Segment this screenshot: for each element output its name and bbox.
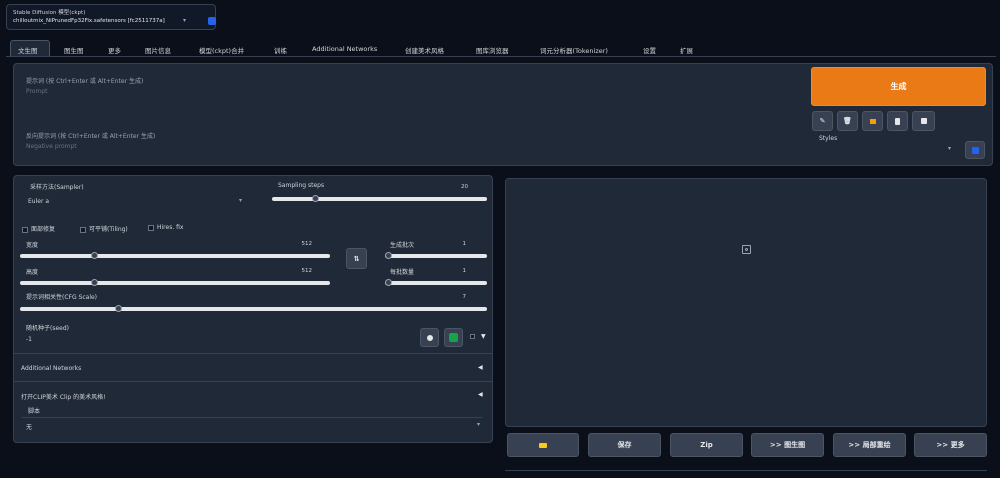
- image-placeholder-icon: [742, 245, 751, 254]
- model-select-panel: Stable Diffusion 模型(ckpt) chilloutmix_Ni…: [6, 4, 216, 30]
- height-label: 高度: [26, 269, 39, 276]
- batch-count-value[interactable]: 1: [448, 241, 467, 247]
- caret-left-icon[interactable]: ◀: [478, 391, 483, 398]
- tab-img2img[interactable]: 图生图: [64, 45, 84, 55]
- open-folder-button[interactable]: [507, 433, 579, 457]
- batch-count-slider[interactable]: [385, 252, 487, 259]
- clipboard-icon[interactable]: [887, 111, 908, 131]
- cfg-value[interactable]: 7: [448, 294, 467, 300]
- chevron-down-icon[interactable]: ▾: [183, 17, 186, 24]
- negative-prompt-placeholder: 反向提示词 (按 Ctrl+Enter 或 Alt+Enter 生成): [26, 133, 156, 140]
- pencil-icon[interactable]: ✎: [812, 111, 833, 131]
- batch-size-slider[interactable]: [385, 279, 487, 286]
- tab-aesthetic[interactable]: 创建美术风格: [405, 45, 444, 55]
- cfg-slider[interactable]: [20, 305, 487, 312]
- seed-input[interactable]: -1: [22, 333, 407, 345]
- additional-networks-accordion[interactable]: Additional Networks: [21, 365, 81, 372]
- tab-extensions[interactable]: 扩展: [680, 45, 693, 55]
- tab-extras[interactable]: 更多: [108, 45, 121, 55]
- prompt-sub: Prompt: [26, 88, 48, 95]
- divider: [505, 470, 987, 471]
- script-label: 脚本: [28, 408, 41, 415]
- negative-prompt-input[interactable]: 反向提示词 (按 Ctrl+Enter 或 Alt+Enter 生成) Nega…: [20, 125, 800, 160]
- refresh-model-button[interactable]: [208, 17, 216, 25]
- width-slider[interactable]: [20, 252, 330, 259]
- width-value[interactable]: 512: [290, 241, 313, 247]
- output-gallery: [505, 178, 987, 427]
- trash-icon[interactable]: 🗑: [837, 111, 858, 131]
- caret-left-icon[interactable]: ◀: [478, 364, 483, 371]
- model-dropdown[interactable]: chilloutmix_NiPrunedFp32Fix.safetensors …: [13, 18, 178, 24]
- tiling-checkbox[interactable]: 可平铺(Tiling): [80, 224, 128, 233]
- height-value[interactable]: 512: [290, 268, 313, 274]
- recycle-icon[interactable]: [444, 328, 463, 347]
- divider: [14, 353, 492, 354]
- negative-prompt-sub: Negative prompt: [26, 143, 77, 150]
- tab-additional-networks[interactable]: Additional Networks: [312, 45, 377, 53]
- sampler-value: Euler a: [28, 198, 50, 205]
- caret-down-icon[interactable]: ▼: [481, 333, 486, 340]
- generate-button[interactable]: 生成: [811, 67, 986, 106]
- height-slider[interactable]: [20, 279, 330, 286]
- cfg-label: 提示词相关性(CFG Scale): [26, 294, 98, 301]
- send-to-extras-button[interactable]: >> 更多: [914, 433, 987, 457]
- save-style-icon[interactable]: [912, 111, 935, 131]
- batch-size-value[interactable]: 1: [448, 268, 467, 274]
- steps-value[interactable]: 20: [440, 184, 468, 190]
- refresh-styles-button[interactable]: [965, 141, 985, 159]
- folder-icon: [539, 442, 547, 448]
- sampler-label: 采样方法(Sampler): [30, 184, 84, 191]
- batch-size-label: 每批数量: [390, 269, 415, 276]
- send-to-inpaint-button[interactable]: >> 局部重绘: [833, 433, 906, 457]
- send-to-img2img-button[interactable]: >> 图生图: [751, 433, 824, 457]
- script-dropdown[interactable]: 无 ▾: [22, 417, 482, 431]
- seed-extra-toggle[interactable]: [470, 334, 475, 339]
- styles-label: Styles: [819, 135, 838, 142]
- chevron-down-icon: ▾: [476, 421, 480, 428]
- prompt-input[interactable]: 提示词 (按 Ctrl+Enter 或 Alt+Enter 生成) Prompt: [20, 70, 800, 115]
- prompt-placeholder: 提示词 (按 Ctrl+Enter 或 Alt+Enter 生成): [26, 78, 144, 85]
- tab-train[interactable]: 训练: [274, 45, 287, 55]
- hires-fix-checkbox[interactable]: Hires. fix: [148, 224, 183, 231]
- steps-label: Sampling steps: [278, 182, 325, 189]
- face-restore-checkbox[interactable]: 面部修复: [22, 224, 55, 233]
- tab-txt2img-label: 文生图: [18, 47, 38, 55]
- style-apply-icon[interactable]: [862, 111, 883, 131]
- tab-png-info[interactable]: 图片信息: [145, 45, 171, 55]
- steps-slider[interactable]: [272, 195, 487, 202]
- styles-dropdown[interactable]: [815, 144, 958, 156]
- seed-value: -1: [26, 336, 32, 343]
- tab-settings[interactable]: 设置: [643, 45, 656, 55]
- model-label: Stable Diffusion 模型(ckpt): [13, 10, 86, 16]
- chevron-down-icon: ▾: [238, 197, 242, 204]
- tab-image-browser[interactable]: 图库浏览器: [476, 45, 509, 55]
- dice-icon[interactable]: [420, 328, 439, 347]
- tab-tokenizer[interactable]: 词元分析器(Tokenizer): [540, 45, 608, 55]
- zip-button[interactable]: Zip: [670, 433, 743, 457]
- tab-checkpoint-merger[interactable]: 模型(ckpt)合并: [199, 45, 244, 55]
- tab-divider: [6, 56, 996, 57]
- save-button[interactable]: 保存: [588, 433, 661, 457]
- swap-dimensions-button[interactable]: ⇅: [346, 248, 367, 269]
- chevron-down-icon[interactable]: ▾: [948, 145, 951, 152]
- seed-label: 随机种子(seed): [26, 325, 69, 332]
- divider: [14, 381, 492, 382]
- width-label: 宽度: [26, 242, 39, 249]
- sampler-dropdown[interactable]: Euler a ▾: [24, 195, 246, 209]
- batch-count-label: 生成批次: [390, 242, 415, 249]
- clip-aesthetic-accordion[interactable]: 打开CLIP美术 Clip 的美术风格!: [21, 392, 105, 401]
- script-value: 无: [26, 424, 33, 431]
